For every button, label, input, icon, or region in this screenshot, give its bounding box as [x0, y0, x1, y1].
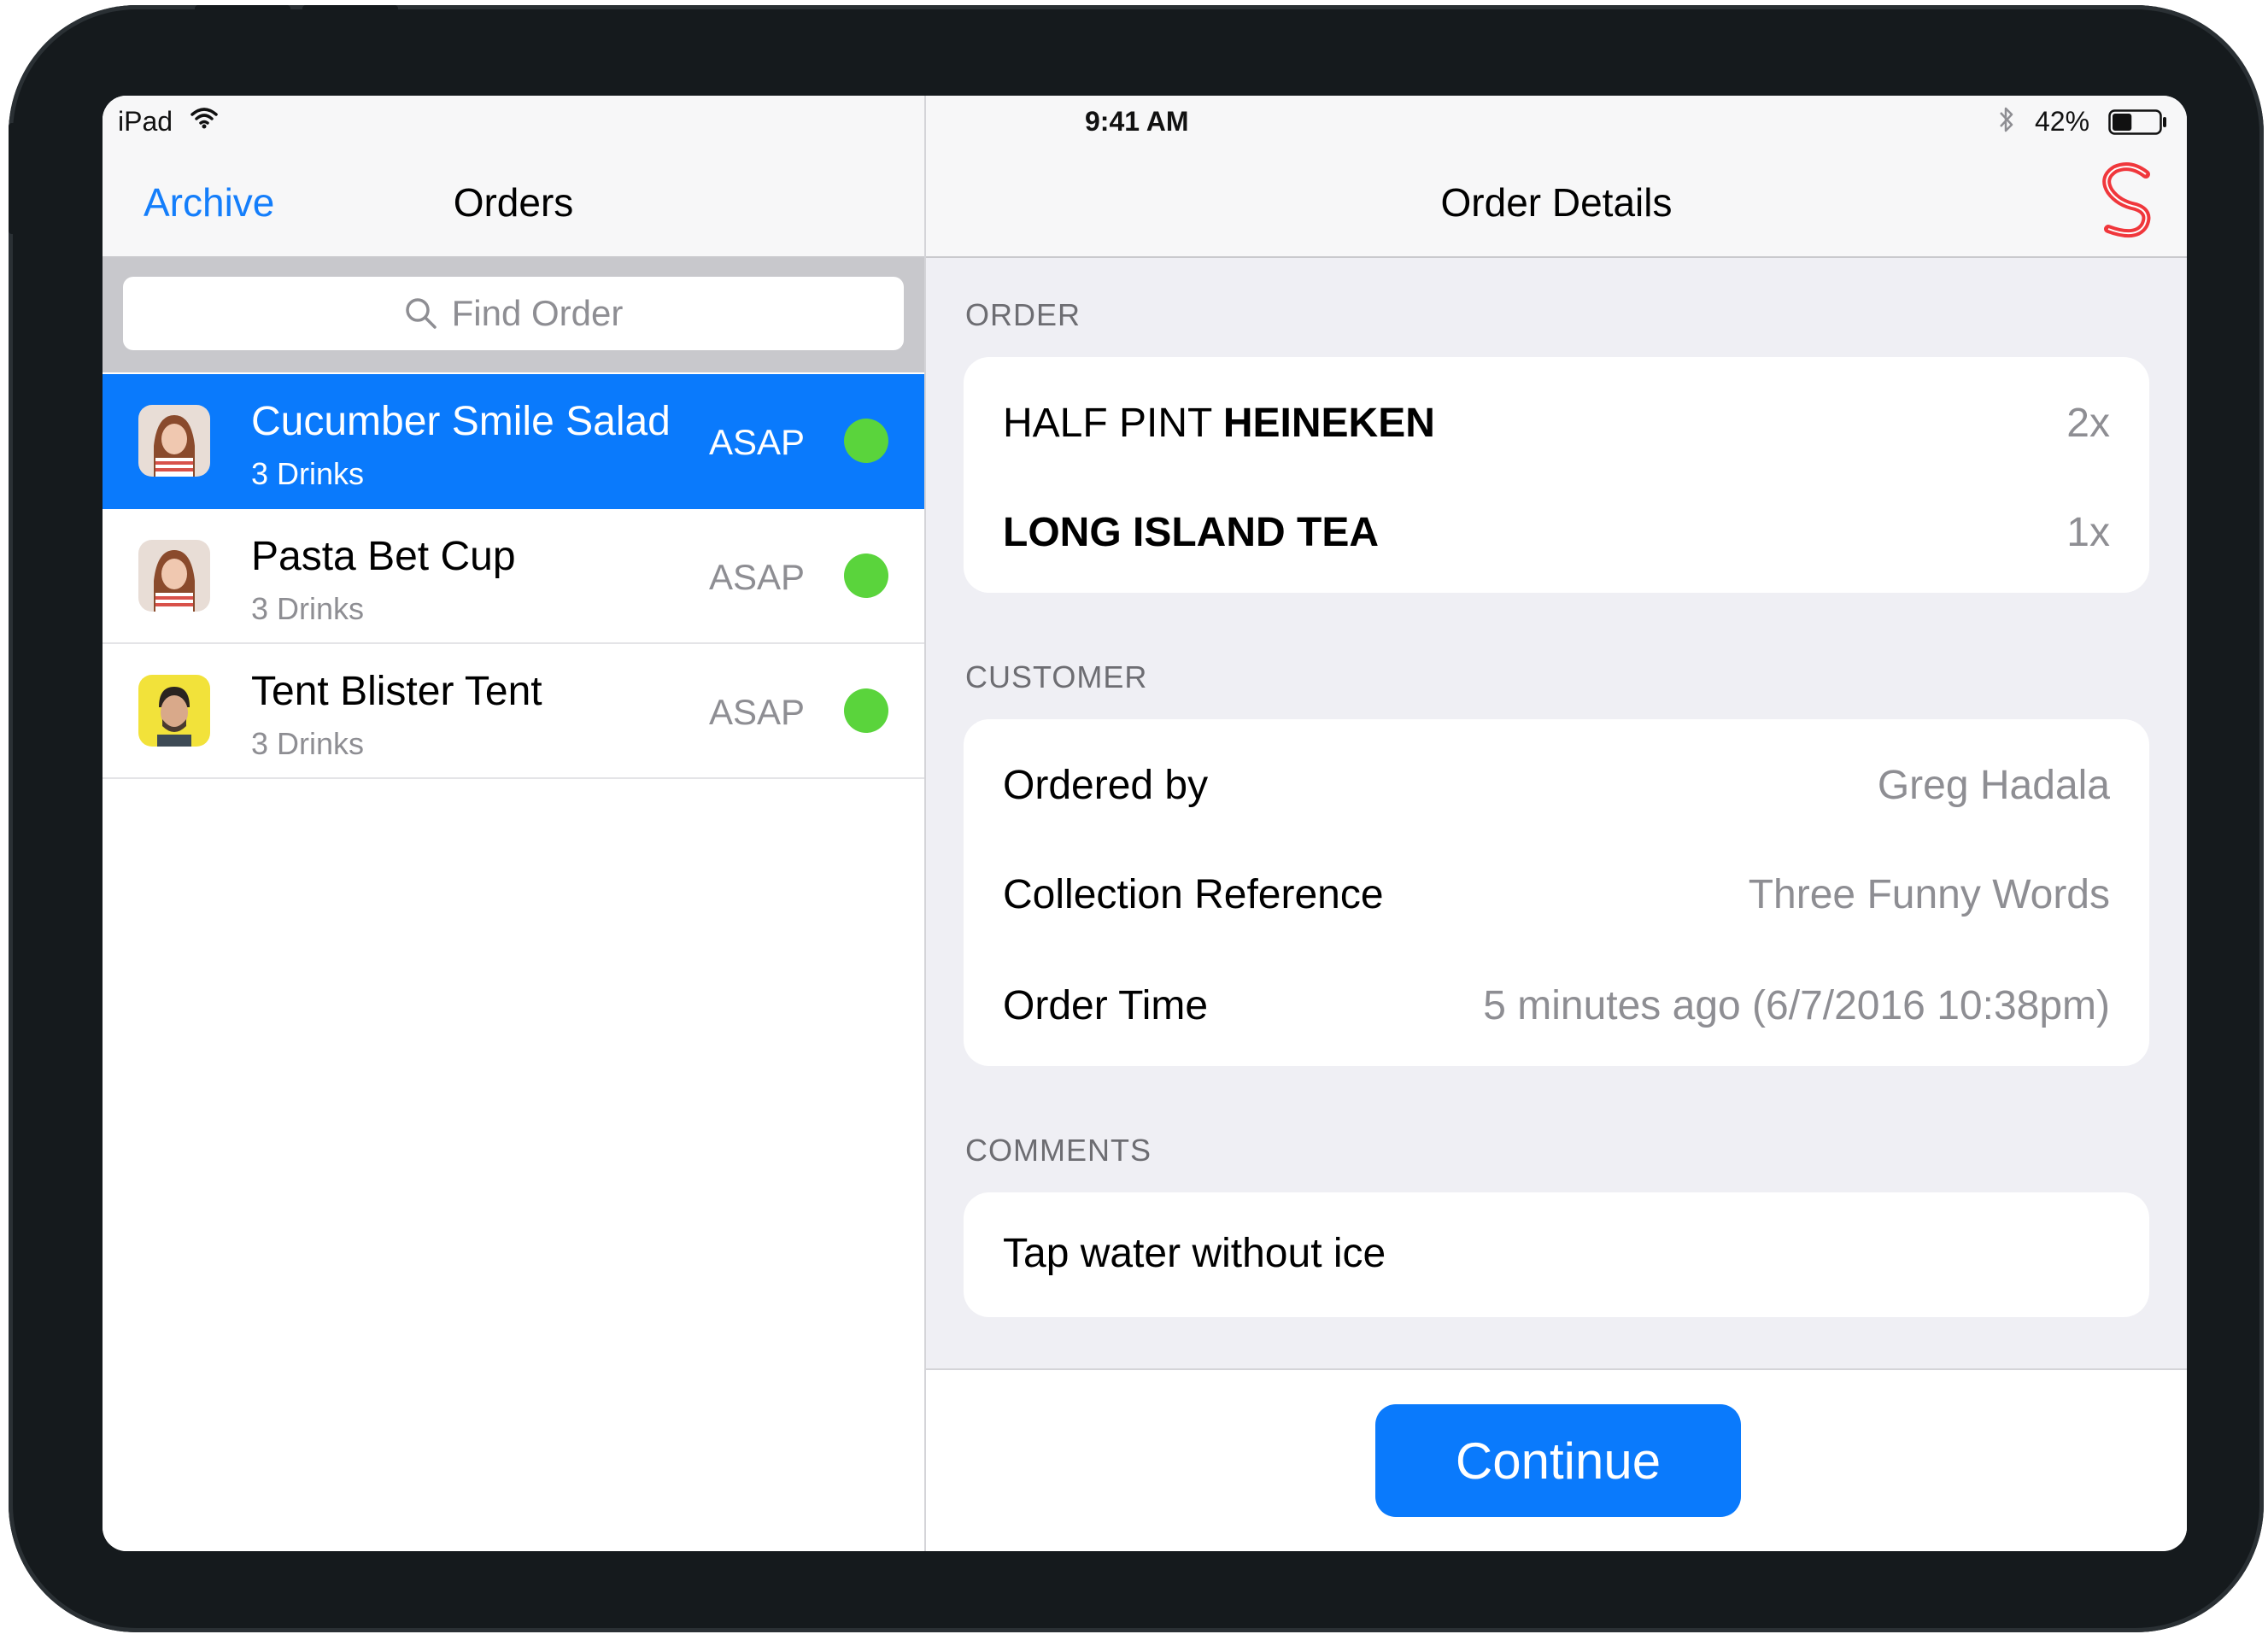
woman-avatar	[138, 405, 210, 477]
order-name: Cucumber Smile Salad	[251, 399, 671, 444]
customer-field-value: 5 minutes ago (6/7/2016 10:38pm)	[1483, 983, 2110, 1028]
search-bar: Find Order	[103, 258, 924, 372]
item-name: HEINEKEN	[1222, 401, 1435, 446]
section-label-order: ORDER	[965, 297, 1081, 332]
device-name: iPad	[118, 106, 173, 137]
screen: Archive Orders Find Order Cucumber Smile…	[103, 96, 2187, 1551]
order-item-row: HALF PINT HEINEKEN 2x	[1003, 391, 2110, 460]
order-drink-count: 3 Drinks	[251, 591, 365, 626]
order-timing: ASAP	[709, 692, 806, 732]
side-button	[9, 123, 21, 234]
battery-percent: 42%	[2035, 106, 2090, 137]
brand-logo-icon	[2102, 162, 2151, 238]
order-row[interactable]: Cucumber Smile Salad 3 Drinks ASAP	[103, 374, 924, 509]
comment-row: Tap water without ice	[1003, 1221, 2110, 1290]
customer-row: Order Time 5 minutes ago (6/7/2016 10:38…	[1003, 974, 2110, 1042]
comments-card: Tap water without ice	[964, 1192, 2149, 1317]
orders-title: Orders	[453, 180, 574, 225]
battery-icon	[2108, 109, 2166, 135]
order-timing: ASAP	[709, 422, 806, 462]
status-clock: 9:41 AM	[1085, 106, 1189, 137]
section-label-comments: COMMENTS	[965, 1133, 1152, 1168]
item-name: LONG ISLAND TEA	[1003, 510, 1379, 555]
volume-up-button	[195, 5, 290, 14]
search-icon	[405, 298, 437, 329]
customer-row: Ordered by Greg Hadala	[1003, 753, 2110, 822]
item-quantity: 1x	[2066, 510, 2110, 555]
item-prefix: HALF PINT	[1003, 401, 1223, 446]
customer-row: Collection Reference Three Funny Words	[1003, 863, 2110, 931]
order-drink-count: 3 Drinks	[251, 726, 365, 761]
customer-field-value: Greg Hadala	[1877, 763, 2110, 808]
order-details-pane: Order Details ORDER HALF PINT HEINEKEN 2…	[926, 96, 2187, 1551]
section-label-customer: CUSTOMER	[965, 659, 1148, 694]
wifi-icon	[190, 108, 218, 129]
order-drink-count: 3 Drinks	[251, 456, 365, 491]
detail-footer: Continue	[926, 1368, 2187, 1551]
status-indicator	[844, 554, 888, 598]
continue-button[interactable]: Continue	[1375, 1404, 1741, 1517]
status-indicator	[844, 688, 888, 733]
order-row[interactable]: Pasta Bet Cup 3 Drinks ASAP	[103, 509, 924, 644]
order-item-row: LONG ISLAND TEA 1x	[1003, 501, 2110, 569]
customer-field-label: Collection Reference	[1003, 872, 1384, 917]
order-name: Tent Blister Tent	[251, 669, 542, 714]
status-bar: iPad 9:41 AM 42%	[103, 96, 2187, 147]
orders-pane: Archive Orders Find Order Cucumber Smile…	[103, 96, 926, 1551]
search-input[interactable]: Find Order	[123, 277, 904, 350]
order-items-card: HALF PINT HEINEKEN 2x LONG ISLAND TEA 1x	[964, 357, 2149, 593]
detail-title: Order Details	[1440, 180, 1673, 225]
customer-field-label: Order Time	[1003, 983, 1209, 1028]
comment-text: Tap water without ice	[1003, 1231, 1386, 1276]
item-quantity: 2x	[2066, 401, 2110, 446]
order-row[interactable]: Tent Blister Tent 3 Drinks ASAP	[103, 644, 924, 779]
customer-field-label: Ordered by	[1003, 763, 1209, 808]
bluetooth-icon	[2000, 107, 2013, 132]
woman-avatar	[138, 540, 210, 612]
man-avatar	[138, 675, 210, 747]
volume-down-button	[302, 5, 398, 14]
status-indicator	[844, 419, 888, 463]
search-placeholder: Find Order	[451, 293, 624, 333]
ipad-frame: Archive Orders Find Order Cucumber Smile…	[9, 5, 2264, 1632]
customer-field-value: Three Funny Words	[1748, 872, 2110, 917]
order-name: Pasta Bet Cup	[251, 534, 516, 579]
order-timing: ASAP	[709, 557, 806, 597]
customer-card: Ordered by Greg Hadala Collection Refere…	[964, 719, 2149, 1066]
